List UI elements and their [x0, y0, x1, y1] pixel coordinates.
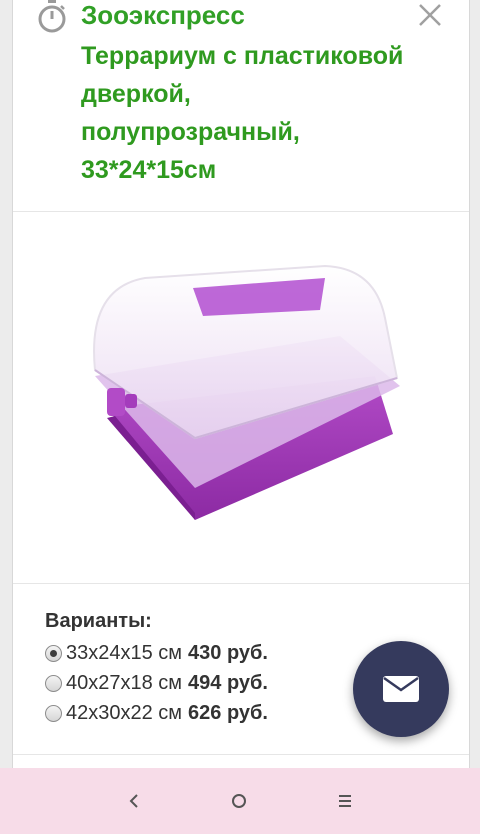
close-icon[interactable] — [417, 2, 443, 28]
shop-name: Зооэкспресс — [81, 0, 245, 30]
variants-section: Варианты: 33x24x15 см 430 руб. 40x27x18 … — [45, 608, 268, 728]
back-icon[interactable] — [119, 788, 149, 814]
divider — [13, 754, 469, 755]
system-navigation-bar — [0, 768, 480, 834]
variant-option[interactable]: 42x30x22 см 626 руб. — [45, 698, 268, 728]
variant-option[interactable]: 40x27x18 см 494 руб. — [45, 668, 268, 698]
variant-size: 40x27x18 см — [66, 671, 183, 694]
home-icon[interactable] — [224, 788, 254, 814]
product-header: Зооэкспресс Террариум с пластиковой двер… — [13, 0, 469, 211]
variant-size: 33x24x15 см — [66, 641, 183, 664]
radio-button[interactable] — [45, 704, 62, 722]
product-image — [93, 264, 400, 520]
variant-price: 430 руб. — [188, 641, 268, 664]
radio-button[interactable] — [45, 674, 62, 692]
divider — [13, 583, 469, 584]
radio-button[interactable] — [45, 644, 62, 662]
variant-option[interactable]: 33x24x15 см 430 руб. — [45, 638, 268, 668]
variants-title: Варианты: — [45, 610, 152, 632]
message-fab-button[interactable] — [353, 641, 449, 737]
mail-icon — [383, 676, 419, 702]
variant-size: 42x30x22 см — [66, 701, 183, 724]
timer-icon — [38, 0, 66, 33]
product-title: Террариум с пластиковой дверкой, полупро… — [81, 42, 404, 184]
divider — [13, 211, 469, 212]
variant-price: 494 руб. — [188, 671, 268, 694]
menu-icon[interactable] — [330, 788, 360, 814]
variant-price: 626 руб. — [188, 701, 268, 724]
